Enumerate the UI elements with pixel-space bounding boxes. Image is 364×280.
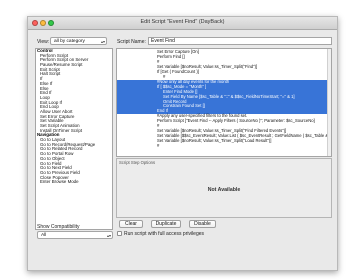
- script-steps-list[interactable]: Control Perform Script Perform Script on S…: [35, 48, 113, 230]
- script-name-label: Script Name:: [117, 39, 146, 45]
- window-title: Edit Script "Event Find" (DayBack): [140, 19, 225, 25]
- step-item[interactable]: Enter Browse Mode: [36, 180, 112, 185]
- full-access-label: Run script with full access privileges: [124, 231, 205, 237]
- script-line[interactable]: #: [117, 143, 331, 149]
- script-step-options-panel: Script Step Options Not Available: [116, 158, 332, 218]
- full-access-checkbox[interactable]: [117, 231, 122, 236]
- script-editor-window: Edit Script "Event Find" (DayBack) View:…: [27, 16, 338, 271]
- disable-button[interactable]: Disable: [189, 220, 216, 228]
- script-editor-area[interactable]: Set Error Capture [On] Perform Find [] # Se…: [116, 48, 332, 157]
- compatibility-label: Show Compatibility: [37, 224, 80, 230]
- clear-button[interactable]: Clear: [119, 220, 143, 228]
- steps-list-container: Control Perform Script Perform Script on S…: [36, 49, 112, 185]
- step-options-status: Not Available: [207, 187, 241, 193]
- script-name-input[interactable]: Event Find: [148, 37, 332, 45]
- compatibility-select-value: All: [41, 233, 47, 238]
- title-bar: Edit Script "Event Find" (DayBack): [28, 17, 337, 30]
- script-lines-container: Set Error Capture [On] Perform Find [] # Se…: [117, 49, 331, 149]
- chevron-updown-icon: ▴▾: [100, 39, 105, 44]
- duplicate-button[interactable]: Duplicate: [151, 220, 181, 228]
- step-options-title: Script Step Options: [119, 160, 156, 165]
- view-select-value: all by category: [54, 39, 85, 44]
- view-select[interactable]: all by category ▴▾: [50, 37, 107, 45]
- chevron-updown-icon: ▴▾: [106, 233, 111, 238]
- view-label: View:: [37, 39, 50, 45]
- compatibility-select[interactable]: All ▴▾: [37, 231, 113, 239]
- script-scrollbar[interactable]: [327, 49, 331, 156]
